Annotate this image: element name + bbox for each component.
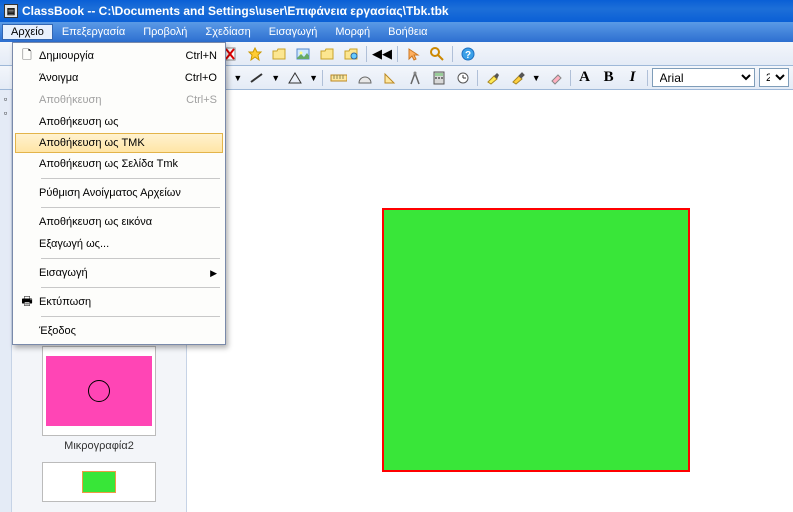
triangle-icon[interactable] (284, 68, 305, 88)
menu-separator (41, 316, 220, 317)
green-rectangle-shape[interactable] (382, 208, 690, 472)
title-bar: ▤ ClassBook -- C:\Documents and Settings… (0, 0, 793, 22)
eraser-icon[interactable] (545, 68, 566, 88)
dropdown-arrow-icon[interactable]: ▼ (271, 73, 280, 83)
separator (477, 70, 478, 86)
folder-icon[interactable] (316, 44, 338, 64)
dropdown-arrow-icon[interactable]: ▼ (233, 73, 242, 83)
font-select[interactable]: Arial (652, 68, 756, 87)
menu-save-as[interactable]: Αποθήκευση ως (15, 111, 223, 133)
separator (366, 46, 367, 62)
menu-open[interactable]: Άνοιγμα Ctrl+O (15, 67, 223, 89)
separator (397, 46, 398, 62)
line-icon[interactable] (246, 68, 267, 88)
menu-save-as-image[interactable]: Αποθήκευση ως εικόνα (15, 211, 223, 233)
app-icon: ▤ (4, 4, 18, 18)
menu-save-as-tmk-page[interactable]: Αποθήκευση ως Σελίδα Tmk (15, 153, 223, 175)
font-size-select[interactable]: 2 (759, 68, 789, 87)
protractor-icon[interactable] (354, 68, 375, 88)
menu-bar: Αρχείο Επεξεργασία Προβολή Σχεδίαση Εισα… (0, 22, 793, 42)
calculator-icon[interactable] (429, 68, 449, 88)
menu-separator (41, 287, 220, 288)
menu-design[interactable]: Σχεδίαση (196, 24, 259, 40)
dropdown-arrow-icon[interactable]: ▼ (309, 73, 318, 83)
file-menu-dropdown: 🗋 Δημιουργία Ctrl+N Άνοιγμα Ctrl+O Αποθή… (12, 42, 226, 345)
square-tool-icon[interactable] (379, 68, 400, 88)
circle-shape-icon (88, 380, 110, 402)
thumbnail-2-preview (46, 356, 152, 426)
submenu-arrow-icon: ▶ (210, 268, 217, 279)
pointer-icon[interactable] (402, 44, 424, 64)
italic-button[interactable]: I (623, 68, 643, 88)
menu-print[interactable]: 🖶 Εκτύπωση (15, 291, 223, 313)
menu-file-open-settings[interactable]: Ρύθμιση Ανοίγματος Αρχείων (15, 182, 223, 204)
separator (322, 70, 323, 86)
menu-export-as[interactable]: Εξαγωγή ως... (15, 233, 223, 255)
help-icon[interactable]: ? (457, 44, 479, 64)
menu-separator (41, 258, 220, 259)
menu-save: Αποθήκευση Ctrl+S (15, 89, 223, 111)
new-doc-icon: 🗋 (19, 48, 35, 64)
thumbnail-2[interactable] (42, 346, 156, 436)
marker-icon[interactable] (507, 68, 528, 88)
ruler-icon[interactable] (327, 68, 350, 88)
separator (452, 46, 453, 62)
menu-help[interactable]: Βοήθεια (379, 24, 436, 40)
open-folder-icon[interactable] (268, 44, 290, 64)
clock-icon[interactable] (453, 68, 473, 88)
new-doc-mini-icon[interactable]: ▫ (1, 94, 11, 104)
menu-separator (41, 207, 220, 208)
compass-icon[interactable] (404, 68, 425, 88)
menu-view[interactable]: Προβολή (134, 24, 196, 40)
menu-save-as-tmk[interactable]: Αποθήκευση ως TMK (15, 133, 223, 153)
open-mini-icon[interactable]: ▫ (1, 108, 11, 118)
folder-special-icon[interactable] (340, 44, 362, 64)
print-icon: 🖶 (19, 294, 35, 310)
menu-edit[interactable]: Επεξεργασία (53, 24, 134, 40)
svg-text:?: ? (465, 50, 471, 61)
text-tool-icon[interactable]: A (575, 68, 595, 88)
thumbnail-3-preview (82, 471, 116, 493)
menu-import[interactable]: Εισαγωγή ▶ (15, 262, 223, 284)
separator (647, 70, 648, 86)
canvas[interactable] (187, 90, 793, 512)
thumbnail-3[interactable] (42, 462, 156, 502)
bold-button[interactable]: B (599, 68, 619, 88)
menu-exit[interactable]: Έξοδος (15, 320, 223, 342)
menu-separator (41, 178, 220, 179)
separator (570, 70, 571, 86)
menu-insert[interactable]: Εισαγωγή (260, 24, 327, 40)
side-strip: ▫ ▫ (0, 90, 12, 512)
window-title: ClassBook -- C:\Documents and Settings\u… (22, 4, 449, 18)
menu-format[interactable]: Μορφή (326, 24, 379, 40)
highlighter-icon[interactable] (482, 68, 503, 88)
magnifier-icon[interactable] (426, 44, 448, 64)
menu-file[interactable]: Αρχείο (2, 24, 53, 40)
rewind-icon[interactable]: ◀◀ (371, 44, 393, 64)
picture-icon[interactable] (292, 44, 314, 64)
dropdown-arrow-icon[interactable]: ▼ (532, 73, 541, 83)
thumbnail-2-label: Μικρογραφία2 (22, 440, 176, 452)
favorites-icon[interactable] (244, 44, 266, 64)
menu-new[interactable]: 🗋 Δημιουργία Ctrl+N (15, 45, 223, 67)
